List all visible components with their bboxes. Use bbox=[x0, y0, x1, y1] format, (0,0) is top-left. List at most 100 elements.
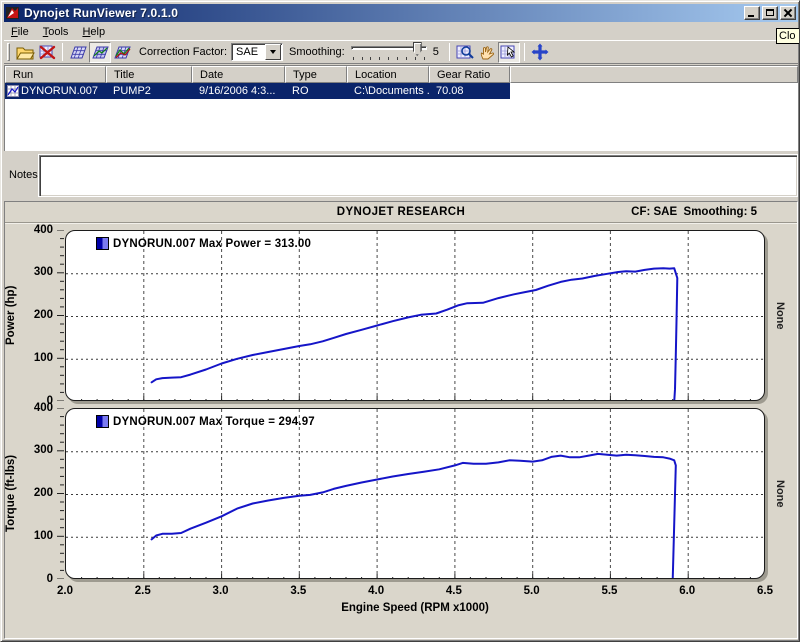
zoom-button[interactable] bbox=[454, 42, 476, 63]
graph-view-2-button[interactable] bbox=[89, 42, 111, 63]
correction-factor-label: Correction Factor: bbox=[139, 46, 227, 58]
slider-ticks bbox=[353, 57, 425, 60]
y-tick-label: 400 bbox=[19, 402, 53, 414]
power-ytick-labels: 0100200300400 bbox=[19, 230, 53, 401]
x-axis-title: Engine Speed (RPM x1000) bbox=[65, 602, 765, 614]
graph-view-3-icon bbox=[112, 43, 132, 61]
notes-input[interactable] bbox=[39, 155, 797, 196]
torque-legend-swatch bbox=[96, 415, 109, 428]
move-button[interactable] bbox=[529, 42, 551, 63]
x-tick-label: 3.0 bbox=[213, 585, 229, 597]
gear-ratio-cell: 70.08 bbox=[429, 85, 510, 97]
torque-legend: DYNORUN.007 Max Torque = 294.97 bbox=[96, 415, 315, 428]
x-axis-tick-labels: 2.0 2.5 3.0 3.5 4.0 4.5 5.0 5.5 6.0 6.5 bbox=[5, 585, 797, 599]
title-bar[interactable]: Dynojet RunViewer 7.0.1.0 bbox=[4, 4, 798, 22]
column-header-location[interactable]: Location bbox=[347, 66, 429, 83]
run-cell: DYNORUN.007 bbox=[5, 85, 106, 97]
run-list-header: Run Title Date Type Location Gear Ratio bbox=[5, 66, 798, 83]
graph-view-3-button[interactable] bbox=[111, 42, 133, 63]
close-button[interactable] bbox=[780, 6, 796, 20]
y-tick-label: 200 bbox=[19, 309, 53, 321]
toolbar-separator bbox=[62, 43, 63, 61]
menu-tools[interactable]: Tools bbox=[36, 24, 76, 40]
torque-plot bbox=[66, 409, 765, 579]
smoothing-label: Smoothing: bbox=[289, 46, 345, 58]
close-icon bbox=[783, 9, 793, 17]
toolbar: Correction Factor: SAE Smoothing: 5 bbox=[4, 40, 798, 64]
run-list: Run Title Date Type Location Gear Ratio … bbox=[4, 65, 798, 151]
torque-ytick-marks bbox=[55, 408, 64, 579]
menu-file[interactable]: File bbox=[4, 24, 36, 40]
power-legend-swatch bbox=[96, 237, 109, 250]
correction-factor-value: SAE bbox=[232, 46, 265, 58]
pan-button[interactable] bbox=[476, 42, 498, 63]
run-name: DYNORUN.007 bbox=[21, 85, 98, 97]
notes-label: Notes: bbox=[9, 169, 41, 181]
menu-help[interactable]: Help bbox=[75, 24, 112, 40]
chart-cf-smoothing: CF: SAE Smoothing: 5 bbox=[631, 206, 757, 218]
graph-view-1-button[interactable] bbox=[67, 42, 89, 63]
column-header-date[interactable]: Date bbox=[192, 66, 285, 83]
correction-factor-select[interactable]: SAE bbox=[231, 43, 283, 61]
y-tick-label: 300 bbox=[19, 266, 53, 278]
app-icon bbox=[6, 6, 20, 20]
power-plot bbox=[66, 231, 765, 401]
smoothing-slider[interactable] bbox=[351, 42, 427, 62]
chart-header: DYNOJET RESEARCH CF: SAE Smoothing: 5 bbox=[5, 202, 797, 223]
chart-area: DYNOJET RESEARCH CF: SAE Smoothing: 5 Po… bbox=[4, 201, 798, 639]
toolbar-grip[interactable] bbox=[7, 43, 10, 61]
x-tick-label: 3.5 bbox=[290, 585, 306, 597]
slider-thumb[interactable] bbox=[413, 42, 422, 56]
power-ytick-marks bbox=[55, 230, 64, 401]
delete-run-button[interactable] bbox=[36, 42, 58, 63]
combo-dropdown-button[interactable] bbox=[265, 44, 281, 60]
x-tick-label: 6.5 bbox=[757, 585, 773, 597]
power-legend-text: DYNORUN.007 Max Power = 313.00 bbox=[113, 238, 311, 250]
toolbar-separator bbox=[449, 43, 450, 61]
x-tick-label: 4.0 bbox=[368, 585, 384, 597]
menu-bar: File Tools Help bbox=[4, 23, 798, 40]
track-cursor-icon bbox=[499, 43, 519, 61]
delete-run-icon bbox=[37, 43, 57, 61]
maximize-icon bbox=[766, 9, 774, 16]
power-chart-panel[interactable]: DYNORUN.007 Max Power = 313.00 bbox=[65, 230, 765, 401]
table-row[interactable]: DYNORUN.007 PUMP2 9/16/2006 4:3... RO C:… bbox=[5, 83, 510, 99]
column-header-gear-ratio[interactable]: Gear Ratio bbox=[429, 66, 510, 83]
minimize-button[interactable] bbox=[744, 6, 760, 20]
run-file-icon bbox=[7, 85, 19, 97]
x-tick-label: 5.5 bbox=[601, 585, 617, 597]
x-tick-label: 6.0 bbox=[679, 585, 695, 597]
y-tick-label: 400 bbox=[19, 224, 53, 236]
torque-axis-title: Torque (ft-lbs) bbox=[3, 408, 19, 579]
toolbar-separator bbox=[524, 43, 525, 61]
maximize-button[interactable] bbox=[762, 6, 778, 20]
track-button[interactable] bbox=[498, 42, 520, 63]
x-tick-label: 2.5 bbox=[135, 585, 151, 597]
column-header-type[interactable]: Type bbox=[285, 66, 347, 83]
window-controls bbox=[744, 6, 796, 20]
x-tick-label: 2.0 bbox=[57, 585, 73, 597]
minimize-icon bbox=[748, 15, 754, 17]
y-tick-label: 200 bbox=[19, 487, 53, 499]
pan-hand-icon bbox=[477, 43, 497, 61]
smoothing-value: 5 bbox=[433, 46, 439, 58]
type-cell: RO bbox=[285, 85, 347, 97]
torque-chart-panel[interactable]: DYNORUN.007 Max Torque = 294.97 bbox=[65, 408, 765, 579]
y-tick-label: 100 bbox=[19, 530, 53, 542]
move-crosshair-icon bbox=[530, 43, 550, 61]
power-legend: DYNORUN.007 Max Power = 313.00 bbox=[96, 237, 311, 250]
graph-view-2-icon bbox=[90, 43, 110, 61]
x-tick-label: 4.5 bbox=[446, 585, 462, 597]
column-header-run[interactable]: Run bbox=[5, 66, 106, 83]
zoom-icon bbox=[455, 43, 475, 61]
location-cell: C:\Documents ... bbox=[347, 85, 429, 97]
x-tick-label: 5.0 bbox=[524, 585, 540, 597]
close-tooltip: Clo bbox=[776, 28, 800, 44]
chevron-down-icon bbox=[270, 50, 276, 54]
open-folder-icon bbox=[16, 44, 35, 61]
y-tick-label: 100 bbox=[19, 352, 53, 364]
torque-legend-text: DYNORUN.007 Max Torque = 294.97 bbox=[113, 416, 315, 428]
title-cell: PUMP2 bbox=[106, 85, 192, 97]
open-file-button[interactable] bbox=[14, 42, 36, 63]
column-header-title[interactable]: Title bbox=[106, 66, 192, 83]
